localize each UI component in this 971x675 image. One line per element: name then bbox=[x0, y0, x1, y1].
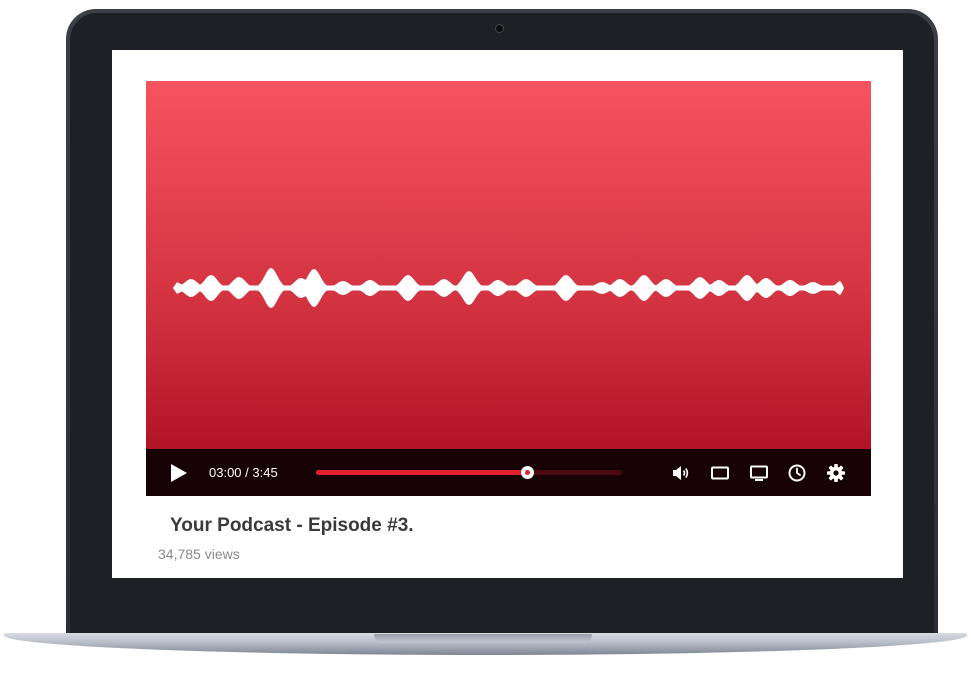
progress-bar[interactable] bbox=[316, 466, 622, 479]
audio-waveform bbox=[173, 268, 844, 308]
volume-icon[interactable] bbox=[671, 463, 691, 483]
video-area[interactable] bbox=[146, 81, 871, 495]
player-controls: 03:00 / 3:45 bbox=[146, 449, 871, 496]
progress-scrubber[interactable] bbox=[521, 466, 535, 479]
miniplayer-icon[interactable] bbox=[710, 463, 730, 483]
clock-icon[interactable] bbox=[787, 463, 807, 483]
current-time: 03:00 bbox=[209, 465, 242, 480]
video-title[interactable]: Your Podcast - Episode #3. bbox=[170, 515, 414, 537]
gear-icon[interactable] bbox=[826, 463, 846, 483]
laptop-screen: 03:00 / 3:45 Your Podcast - Episode #3. … bbox=[112, 50, 903, 578]
webcam bbox=[496, 25, 503, 32]
play-icon[interactable] bbox=[170, 463, 188, 483]
cast-icon[interactable] bbox=[749, 463, 769, 483]
progress-fill bbox=[316, 470, 528, 475]
laptop-notch bbox=[374, 634, 592, 643]
time-display: 03:00 / 3:45 bbox=[209, 465, 278, 481]
total-time: 3:45 bbox=[252, 465, 278, 480]
view-count: 34,785 views bbox=[158, 546, 240, 562]
